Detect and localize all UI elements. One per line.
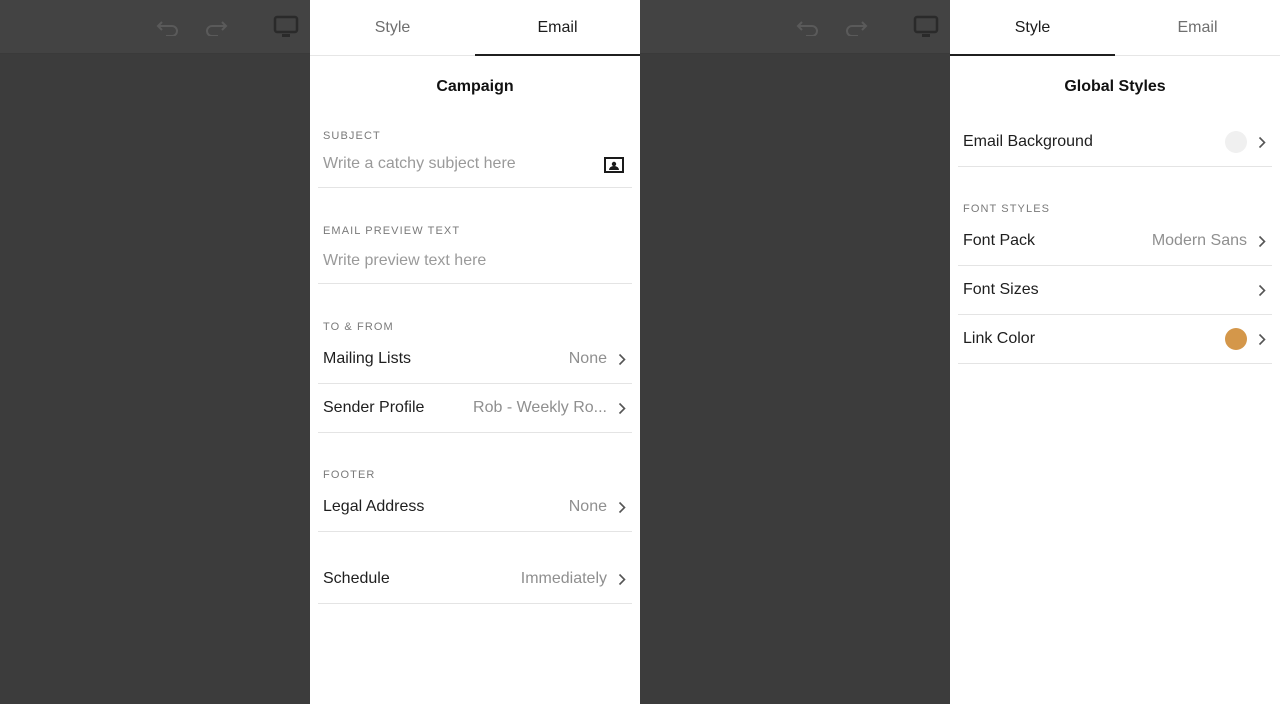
redo-icon[interactable] xyxy=(202,14,230,40)
chevron-right-icon xyxy=(1257,332,1267,346)
preview-text-field[interactable]: Write preview text here xyxy=(318,237,632,284)
row-label: Font Pack xyxy=(963,232,1036,249)
chevron-right-icon xyxy=(617,401,627,415)
tab-email[interactable]: Email xyxy=(475,0,640,56)
panel-title: Campaign xyxy=(436,78,514,95)
subject-input[interactable]: Write a catchy subject here xyxy=(318,155,632,173)
row-label: Mailing Lists xyxy=(323,350,412,367)
desktop-preview-icon[interactable] xyxy=(912,14,940,40)
row-label: Legal Address xyxy=(323,498,425,515)
panel-tabs: Style Email xyxy=(310,0,640,56)
tab-email[interactable]: Email xyxy=(1115,0,1280,55)
undo-icon[interactable] xyxy=(154,14,182,40)
chevron-right-icon xyxy=(1257,234,1267,248)
editor-toolbar-right xyxy=(640,0,950,54)
footer-label: FOOTER xyxy=(323,469,376,481)
subject-field[interactable]: Write a catchy subject here xyxy=(318,142,632,188)
personalize-icon[interactable] xyxy=(604,157,624,173)
panel-tabs: Style Email xyxy=(950,0,1280,56)
row-value: Rob - Weekly Ro... xyxy=(473,399,607,416)
panel-title: Global Styles xyxy=(1064,78,1166,95)
chevron-right-icon xyxy=(1257,135,1267,149)
global-styles-panel: Style Email Global Styles Email Backgrou… xyxy=(950,0,1280,704)
row-value: None xyxy=(568,350,607,367)
link-color-row[interactable]: Link Color xyxy=(958,315,1272,364)
editor-canvas-right xyxy=(640,0,950,704)
row-value: Immediately xyxy=(520,570,607,587)
preview-text-input[interactable]: Write preview text here xyxy=(318,252,632,270)
chevron-right-icon xyxy=(617,500,627,514)
editor-canvas-left xyxy=(0,0,310,704)
undo-icon[interactable] xyxy=(794,14,822,40)
font-sizes-row[interactable]: Font Sizes xyxy=(958,266,1272,315)
row-label: Email Background xyxy=(963,133,1093,150)
mailing-lists-row[interactable]: Mailing Lists None xyxy=(318,335,632,384)
desktop-preview-icon[interactable] xyxy=(272,14,300,40)
row-label: Font Sizes xyxy=(963,281,1039,298)
row-value: None xyxy=(568,498,607,515)
sender-profile-row[interactable]: Sender Profile Rob - Weekly Ro... xyxy=(318,384,632,433)
preview-text-label: EMAIL PREVIEW TEXT xyxy=(323,225,461,237)
tab-style[interactable]: Style xyxy=(310,0,475,55)
subject-label: SUBJECT xyxy=(323,130,381,142)
editor-toolbar-left xyxy=(0,0,310,54)
link-color-swatch xyxy=(1225,328,1247,350)
font-styles-label: FONT STYLES xyxy=(963,203,1051,215)
chevron-right-icon xyxy=(617,352,627,366)
row-label: Link Color xyxy=(963,330,1036,347)
tab-style[interactable]: Style xyxy=(950,0,1115,56)
email-background-swatch xyxy=(1225,131,1247,153)
chevron-right-icon xyxy=(1257,283,1267,297)
redo-icon[interactable] xyxy=(842,14,870,40)
row-label: Sender Profile xyxy=(323,399,425,416)
email-background-row[interactable]: Email Background xyxy=(958,118,1272,167)
row-label: Schedule xyxy=(323,570,390,587)
row-value: Modern Sans xyxy=(1151,232,1247,249)
to-from-label: TO & FROM xyxy=(323,321,394,333)
legal-address-row[interactable]: Legal Address None xyxy=(318,483,632,532)
schedule-row[interactable]: Schedule Immediately xyxy=(318,555,632,604)
chevron-right-icon xyxy=(617,572,627,586)
email-settings-panel: Style Email Campaign SUBJECT Write a cat… xyxy=(310,0,640,704)
font-pack-row[interactable]: Font Pack Modern Sans xyxy=(958,217,1272,266)
